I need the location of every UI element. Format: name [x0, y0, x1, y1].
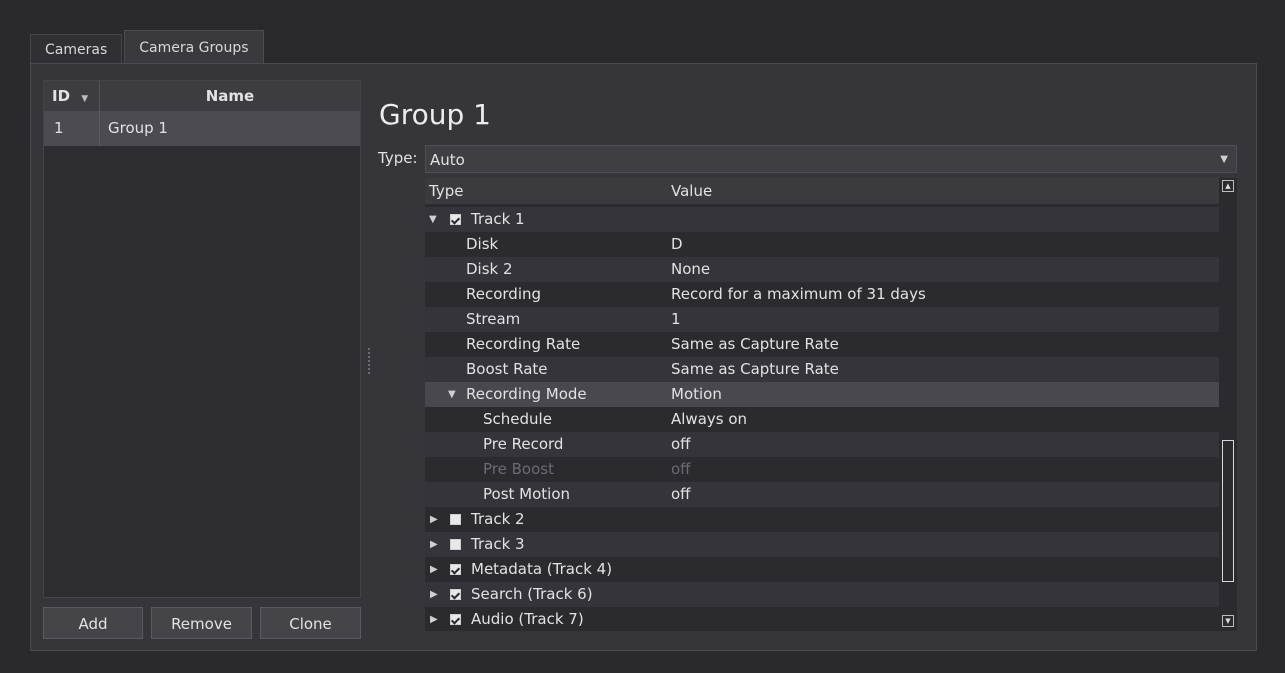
tree-row-search-track-6[interactable]: ▶ Search (Track 6) — [425, 582, 1219, 607]
column-header-id-label: ID — [52, 87, 71, 105]
tree-row-label: Track 1 — [471, 210, 525, 228]
tree-row-label: Search (Track 6) — [471, 585, 593, 603]
chevron-right-icon[interactable]: ▶ — [430, 582, 438, 607]
tree-row-track-3[interactable]: ▶ Track 3 — [425, 532, 1219, 557]
tree-row-recording[interactable]: Recording Record for a maximum of 31 day… — [425, 282, 1219, 307]
track-4-checkbox[interactable] — [450, 564, 461, 575]
tree-row-label: Recording — [466, 285, 542, 303]
remove-button[interactable]: Remove — [151, 607, 252, 639]
tree-row-post-motion[interactable]: Post Motion off — [425, 482, 1219, 507]
tree-row-label: Recording Mode — [466, 385, 587, 403]
scrollbar-thumb[interactable] — [1222, 440, 1234, 582]
tree-row-value: D — [671, 235, 683, 253]
group-list-header: ID ▼ Name — [44, 81, 360, 111]
tree-header: Type Value — [425, 178, 1219, 204]
chevron-right-icon[interactable]: ▶ — [430, 507, 438, 532]
tree-row-schedule[interactable]: Schedule Always on — [425, 407, 1219, 432]
add-button[interactable]: Add — [43, 607, 143, 639]
chevron-right-icon[interactable]: ▶ — [430, 557, 438, 582]
tree-row-audio-track-7[interactable]: ▶ Audio (Track 7) — [425, 607, 1219, 631]
splitter-handle[interactable] — [368, 348, 372, 374]
track-7-checkbox[interactable] — [450, 614, 461, 625]
tree-row-disk-2[interactable]: Disk 2 None — [425, 257, 1219, 282]
tree-row-recording-rate[interactable]: Recording Rate Same as Capture Rate — [425, 332, 1219, 357]
track-6-checkbox[interactable] — [450, 589, 461, 600]
scroll-up-icon[interactable]: ▲ — [1222, 180, 1234, 192]
tree-row-track-1[interactable]: ▼ Track 1 — [425, 207, 1219, 232]
type-label: Type: — [378, 149, 418, 167]
column-header-name[interactable]: Name — [100, 81, 360, 111]
tree-row-label: Pre Boost — [483, 460, 554, 478]
tree-row-value: Motion — [671, 385, 722, 403]
track-1-checkbox[interactable] — [450, 214, 461, 225]
tree-row-value: off — [671, 485, 691, 503]
tree-row-label: Audio (Track 7) — [471, 610, 584, 628]
tree-row-value: Record for a maximum of 31 days — [671, 285, 926, 303]
type-select-value: Auto — [430, 151, 465, 169]
tree-row-recording-mode[interactable]: ▼ Recording Mode Motion — [425, 382, 1219, 407]
tree-header-type[interactable]: Type — [429, 178, 463, 204]
group-row[interactable]: 1 Group 1 — [44, 111, 360, 146]
scroll-down-icon[interactable]: ▼ — [1222, 615, 1234, 627]
tree-row-label: Pre Record — [483, 435, 564, 453]
tab-camera-groups[interactable]: Camera Groups — [124, 30, 264, 64]
tree-row-boost-rate[interactable]: Boost Rate Same as Capture Rate — [425, 357, 1219, 382]
column-header-id[interactable]: ID ▼ — [44, 81, 100, 111]
tree-row-pre-record[interactable]: Pre Record off — [425, 432, 1219, 457]
tree-row-label: Track 2 — [471, 510, 525, 528]
tree-row-label: Recording Rate — [466, 335, 581, 353]
tree-row-label: Metadata (Track 4) — [471, 560, 613, 578]
tree-row-value: Same as Capture Rate — [671, 335, 839, 353]
chevron-down-icon[interactable]: ▼ — [448, 382, 456, 407]
clone-button[interactable]: Clone — [260, 607, 361, 639]
tree-row-value: off — [671, 435, 691, 453]
tree-row-pre-boost: Pre Boost off — [425, 457, 1219, 482]
tree-row-label: Disk — [466, 235, 499, 253]
tree-row-value: 1 — [671, 310, 681, 328]
tab-cameras[interactable]: Cameras — [30, 34, 123, 64]
tree-row-label: Post Motion — [483, 485, 571, 503]
tree-row-disk[interactable]: Disk D — [425, 232, 1219, 257]
tree-row-metadata-track-4[interactable]: ▶ Metadata (Track 4) — [425, 557, 1219, 582]
tree-row-stream[interactable]: Stream 1 — [425, 307, 1219, 332]
tree-row-track-2[interactable]: ▶ Track 2 — [425, 507, 1219, 532]
sort-down-icon: ▼ — [81, 94, 89, 104]
group-row-id: 1 — [44, 111, 100, 146]
vertical-scrollbar[interactable]: ▲ ▼ — [1221, 178, 1237, 631]
settings-tree: Type Value ▼ Track 1 Disk D Disk 2 None … — [425, 178, 1237, 631]
chevron-right-icon[interactable]: ▶ — [430, 532, 438, 557]
type-select[interactable]: Auto ▼ — [425, 145, 1237, 173]
tree-row-label: Disk 2 — [466, 260, 513, 278]
tree-row-value: Same as Capture Rate — [671, 360, 839, 378]
group-row-name: Group 1 — [108, 119, 168, 137]
tree-row-value: Always on — [671, 410, 748, 428]
tree-row-label: Schedule — [483, 410, 552, 428]
tree-header-value[interactable]: Value — [671, 178, 712, 204]
group-list: ID ▼ Name 1 Group 1 — [43, 80, 361, 598]
chevron-down-icon[interactable]: ▼ — [429, 207, 437, 232]
chevron-down-icon: ▼ — [1220, 154, 1228, 165]
tree-row-value: off — [671, 460, 691, 478]
track-3-checkbox[interactable] — [450, 539, 461, 550]
tree-row-label: Track 3 — [471, 535, 525, 553]
tab-bar: Cameras Camera Groups — [30, 30, 264, 64]
tree-row-label: Stream — [466, 310, 521, 328]
track-2-checkbox[interactable] — [450, 514, 461, 525]
tree-row-value: None — [671, 260, 711, 278]
group-title: Group 1 — [379, 98, 491, 131]
chevron-right-icon[interactable]: ▶ — [430, 607, 438, 631]
tree-row-label: Boost Rate — [466, 360, 548, 378]
